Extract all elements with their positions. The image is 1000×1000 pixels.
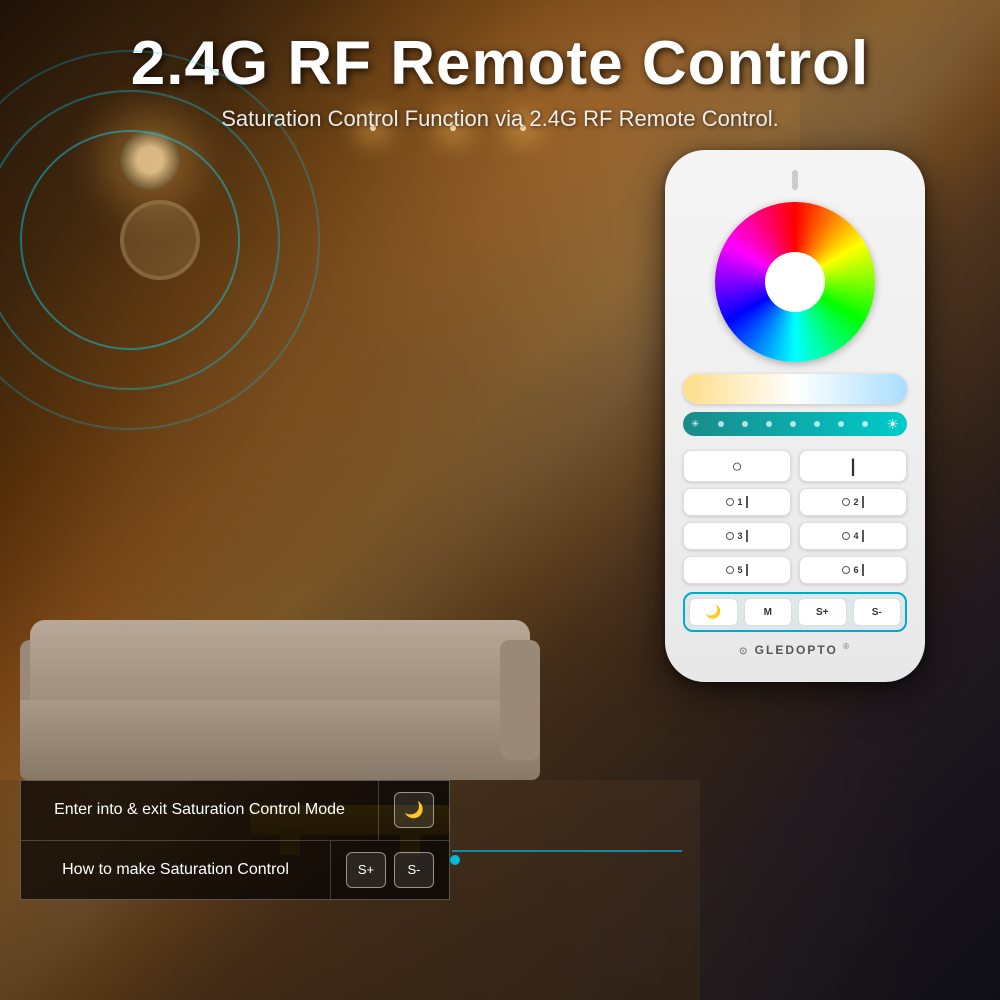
color-wheel[interactable] <box>715 202 875 362</box>
zone-5-circle-icon <box>726 566 734 574</box>
brightness-icon-left: ✳ <box>691 419 699 430</box>
brand-name: GLEDOPTO <box>755 643 838 657</box>
zone-6-line-icon <box>862 564 864 576</box>
glow-ring-3 <box>20 130 240 350</box>
zone-row-1: 1 2 <box>683 488 907 516</box>
brightness-dot-1 <box>718 421 724 427</box>
saturation-minus-button[interactable]: S- <box>853 598 902 626</box>
remote-container: ✳ ☀ ○ | <box>650 150 940 682</box>
power-line-icon: | <box>850 456 855 477</box>
sofa-arm-right <box>500 640 540 760</box>
info-text-1: Enter into & exit Saturation Control Mod… <box>21 781 379 839</box>
zone-4-button[interactable]: 4 <box>799 522 907 550</box>
brightness-dot-7 <box>862 421 868 427</box>
info-moon-button[interactable]: 🌙 <box>394 792 434 828</box>
connector-line <box>452 850 682 852</box>
brightness-dot-2 <box>742 421 748 427</box>
zone-2-button[interactable]: 2 <box>799 488 907 516</box>
brightness-dot-3 <box>766 421 772 427</box>
info-s-minus-label: S- <box>408 862 421 877</box>
bottom-control-row: 🌙 M S+ S- <box>683 592 907 632</box>
power-off-button[interactable]: | <box>799 450 907 482</box>
power-row: ○ | <box>683 450 907 482</box>
power-on-button[interactable]: ○ <box>683 450 791 482</box>
saturation-plus-button[interactable]: S+ <box>798 598 847 626</box>
remote-buttons: ○ | 1 2 <box>683 450 907 632</box>
zone-6-button[interactable]: 6 <box>799 556 907 584</box>
zone-row-2: 3 4 <box>683 522 907 550</box>
zone-6-circle-icon <box>842 566 850 574</box>
remote-notch <box>792 170 798 190</box>
brightness-dot-4 <box>790 421 796 427</box>
color-temp-bar[interactable] <box>683 374 907 404</box>
power-ring-icon: ○ <box>732 456 743 477</box>
color-wheel-container <box>683 202 907 362</box>
moon-button[interactable]: 🌙 <box>689 598 738 626</box>
info-icons-1: 🌙 <box>379 781 449 839</box>
info-row-1: Enter into & exit Saturation Control Mod… <box>21 781 449 840</box>
zone-1-line-icon <box>746 496 748 508</box>
info-row-2: How to make Saturation Control S+ S- <box>21 841 449 899</box>
mode-label: M <box>764 607 772 618</box>
zone-4-circle-icon <box>842 532 850 540</box>
brightness-icon-right: ☀ <box>886 416 899 433</box>
info-box: Enter into & exit Saturation Control Mod… <box>20 780 450 900</box>
connector-dot <box>450 855 460 865</box>
info-icons-2: S+ S- <box>331 841 449 899</box>
info-moon-icon: 🌙 <box>404 800 424 820</box>
info-s-minus-button[interactable]: S- <box>394 852 434 888</box>
s-plus-label: S+ <box>816 607 829 618</box>
zone-1-circle-icon <box>726 498 734 506</box>
brightness-dot-5 <box>814 421 820 427</box>
color-wheel-center <box>765 252 825 312</box>
zone-3-circle-icon <box>726 532 734 540</box>
brightness-dot-6 <box>838 421 844 427</box>
zone-1-button[interactable]: 1 <box>683 488 791 516</box>
remote-body: ✳ ☀ ○ | <box>665 150 925 682</box>
s-minus-label: S- <box>872 607 882 618</box>
info-s-plus-button[interactable]: S+ <box>346 852 386 888</box>
sofa-seat <box>20 700 540 780</box>
zone-2-line-icon <box>862 496 864 508</box>
zone-5-button[interactable]: 5 <box>683 556 791 584</box>
zone-2-circle-icon <box>842 498 850 506</box>
zone-row-3: 5 6 <box>683 556 907 584</box>
zone-3-button[interactable]: 3 <box>683 522 791 550</box>
zone-3-line-icon <box>746 530 748 542</box>
brightness-bar[interactable]: ✳ ☀ <box>683 412 907 436</box>
zone-4-line-icon <box>862 530 864 542</box>
glow-rings <box>0 50 320 430</box>
info-s-plus-label: S+ <box>358 862 374 877</box>
zone-5-line-icon <box>746 564 748 576</box>
brand-logo: ⊙ GLEDOPTO ® <box>683 642 907 657</box>
moon-icon: 🌙 <box>705 604 721 620</box>
info-text-2: How to make Saturation Control <box>21 841 331 899</box>
mode-button[interactable]: M <box>744 598 793 626</box>
